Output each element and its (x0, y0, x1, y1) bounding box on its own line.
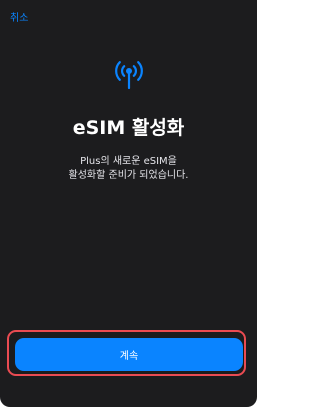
screen: 취소 eSIM 활성화 Plus의 새로운 eSIM을 활성화할 준비가 되었습… (0, 0, 260, 416)
antenna-signal-icon (115, 61, 143, 90)
continue-button-label: 계속 (119, 351, 139, 362)
description-line-1: Plus의 새로운 eSIM을 (80, 156, 177, 167)
cancel-button[interactable]: 취소 (10, 9, 28, 24)
esim-activation-sheet: 취소 eSIM 활성화 Plus의 새로운 eSIM을 활성화할 준비가 되었습… (0, 0, 257, 407)
continue-button[interactable]: 계속 (15, 338, 243, 371)
page-title: eSIM 활성화 (72, 117, 185, 139)
description-line-2: 활성화할 준비가 되었습니다. (68, 170, 189, 181)
